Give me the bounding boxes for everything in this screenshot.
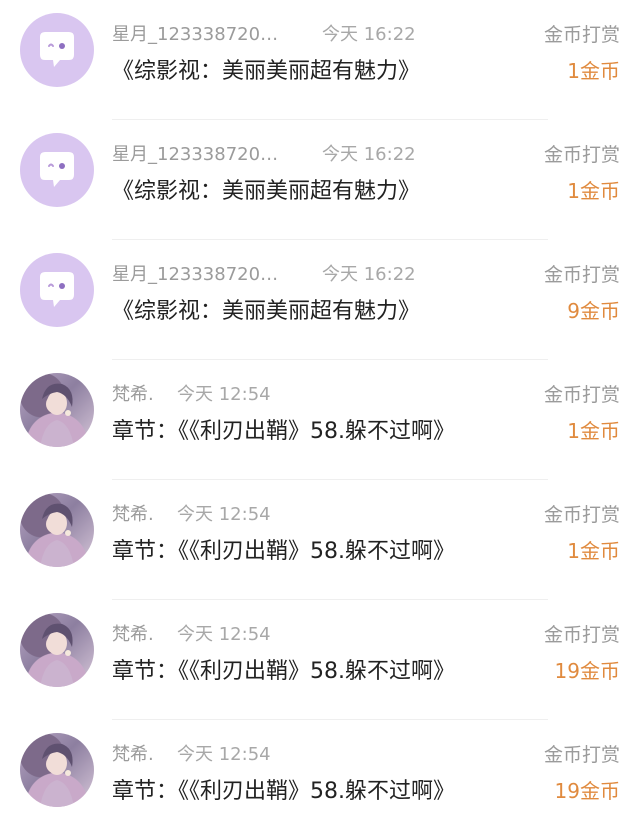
timestamp: 今天 16:22	[322, 24, 416, 45]
sender-name[interactable]: 星月_123338720…	[112, 140, 278, 166]
reward-amount: 1金币	[567, 179, 620, 203]
sender-name[interactable]: 梵希.	[112, 380, 154, 406]
user-avatar[interactable]	[20, 733, 94, 807]
timestamp: 今天 12:54	[177, 624, 271, 645]
bot-face-icon[interactable]	[20, 253, 94, 327]
sender-name[interactable]: 梵希.	[112, 500, 154, 526]
reward-type-label: 金币打赏	[543, 624, 620, 646]
sender-name[interactable]: 梵希.	[112, 620, 154, 646]
reward-row[interactable]: 星月_123338720… 今天 16:22 《综影视：美丽美丽超有魅力》 金币…	[0, 0, 640, 120]
sender-name[interactable]: 星月_123338720…	[112, 260, 278, 286]
timestamp: 今天 12:54	[177, 384, 271, 405]
reward-amount: 1金币	[567, 539, 620, 563]
bot-face-icon[interactable]	[20, 13, 94, 87]
reward-target-title[interactable]: 章节：《《利刃出鞘》58.躲不过啊》	[112, 653, 455, 685]
bot-face-icon[interactable]	[20, 133, 94, 207]
timestamp: 今天 16:22	[322, 264, 416, 285]
reward-row[interactable]: 星月_123338720… 今天 16:22 《综影视：美丽美丽超有魅力》 金币…	[0, 240, 640, 360]
reward-row[interactable]: 梵希. 今天 12:54 章节：《《利刃出鞘》58.躲不过啊》 金币打赏 19金…	[0, 600, 640, 720]
reward-amount: 1金币	[567, 59, 620, 83]
reward-row[interactable]: 梵希. 今天 12:54 章节：《《利刃出鞘》58.躲不过啊》 金币打赏 1金币	[0, 360, 640, 480]
user-avatar[interactable]	[20, 613, 94, 687]
reward-amount: 19金币	[554, 779, 620, 803]
sender-name[interactable]: 星月_123338720…	[112, 20, 278, 46]
reward-type-label: 金币打赏	[543, 144, 620, 166]
reward-target-title[interactable]: 章节：《《利刃出鞘》58.躲不过啊》	[112, 413, 455, 445]
reward-list: 星月_123338720… 今天 16:22 《综影视：美丽美丽超有魅力》 金币…	[0, 0, 640, 835]
reward-type-label: 金币打赏	[543, 384, 620, 406]
reward-target-title[interactable]: 《综影视：美丽美丽超有魅力》	[112, 53, 420, 85]
user-avatar[interactable]	[20, 493, 94, 567]
reward-type-label: 金币打赏	[543, 264, 620, 286]
reward-amount: 19金币	[554, 659, 620, 683]
reward-row[interactable]: 星月_123338720… 今天 16:22 《综影视：美丽美丽超有魅力》 金币…	[0, 120, 640, 240]
timestamp: 今天 12:54	[177, 744, 271, 765]
reward-type-label: 金币打赏	[543, 504, 620, 526]
timestamp: 今天 12:54	[177, 504, 271, 525]
reward-target-title[interactable]: 《综影视：美丽美丽超有魅力》	[112, 173, 420, 205]
reward-row[interactable]: 梵希. 今天 12:54 章节：《《利刃出鞘》58.躲不过啊》 金币打赏 1金币	[0, 480, 640, 600]
reward-row[interactable]: 梵希. 今天 12:54 章节：《《利刃出鞘》58.躲不过啊》 金币打赏 19金…	[0, 720, 640, 840]
reward-type-label: 金币打赏	[543, 744, 620, 766]
reward-target-title[interactable]: 《综影视：美丽美丽超有魅力》	[112, 293, 420, 325]
reward-target-title[interactable]: 章节：《《利刃出鞘》58.躲不过啊》	[112, 533, 455, 565]
user-avatar[interactable]	[20, 373, 94, 447]
sender-name[interactable]: 梵希.	[112, 740, 154, 766]
timestamp: 今天 16:22	[322, 144, 416, 165]
reward-amount: 9金币	[567, 299, 620, 323]
reward-amount: 1金币	[567, 419, 620, 443]
reward-target-title[interactable]: 章节：《《利刃出鞘》58.躲不过啊》	[112, 773, 455, 805]
reward-type-label: 金币打赏	[543, 24, 620, 46]
